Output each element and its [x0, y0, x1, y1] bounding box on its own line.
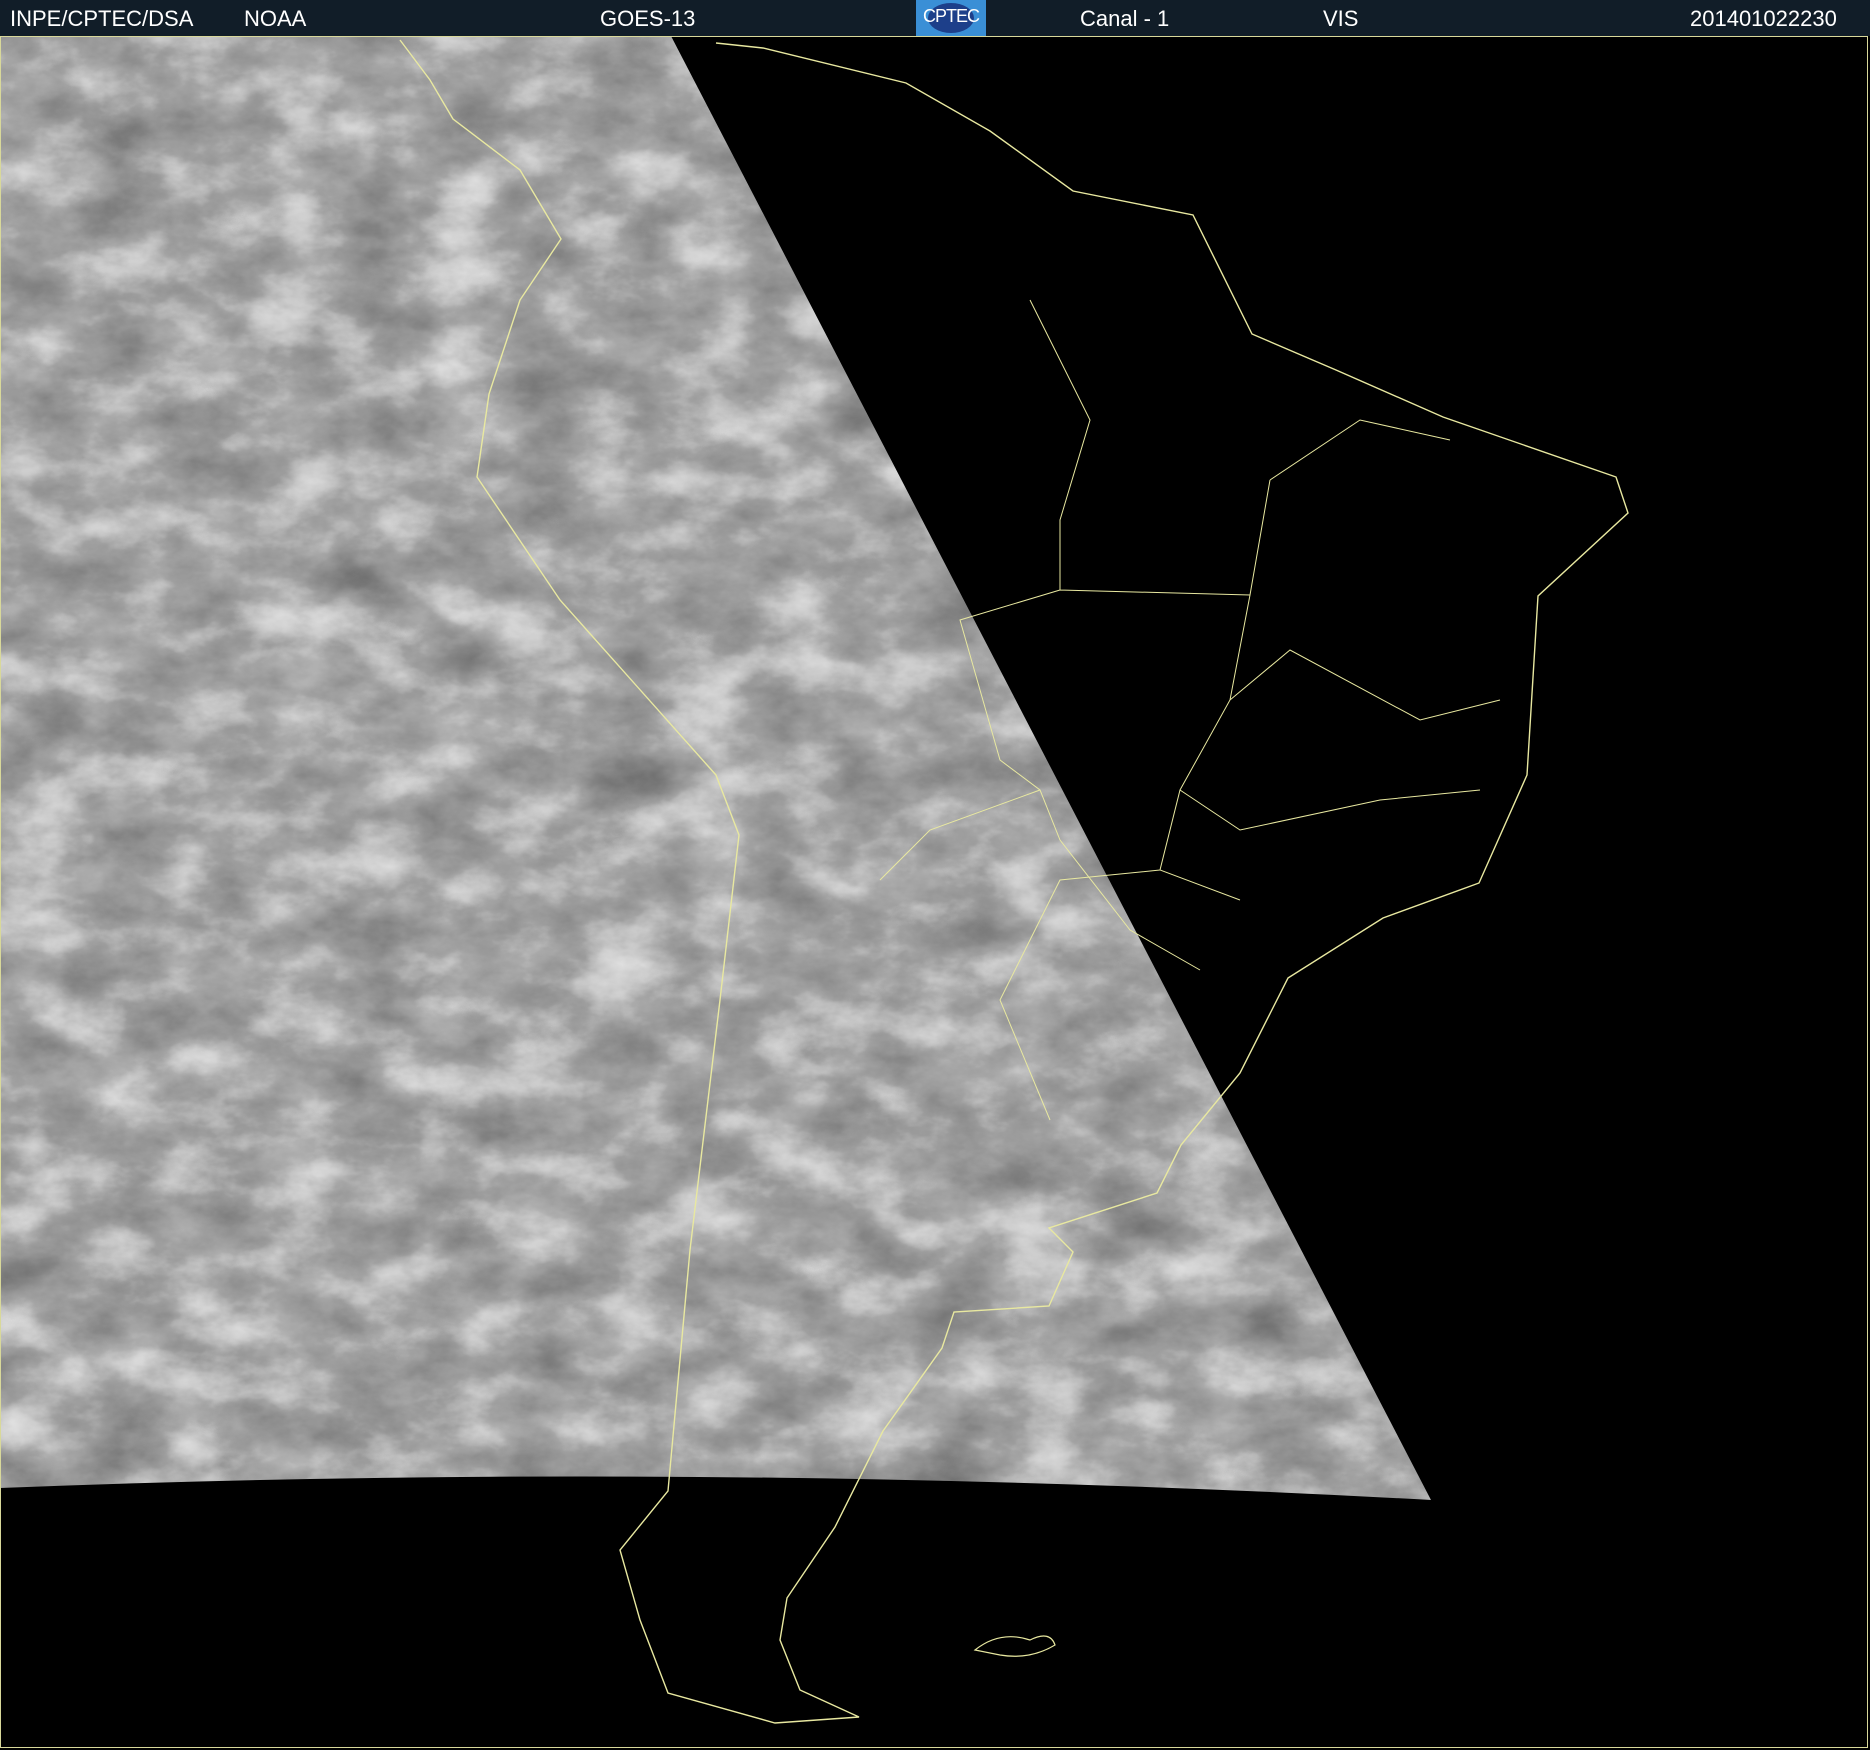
image-frame — [0, 36, 1868, 1748]
satellite-image-viewer: INPE/CPTEC/DSA NOAA GOES-13 CPTEC Canal … — [0, 0, 1870, 1750]
